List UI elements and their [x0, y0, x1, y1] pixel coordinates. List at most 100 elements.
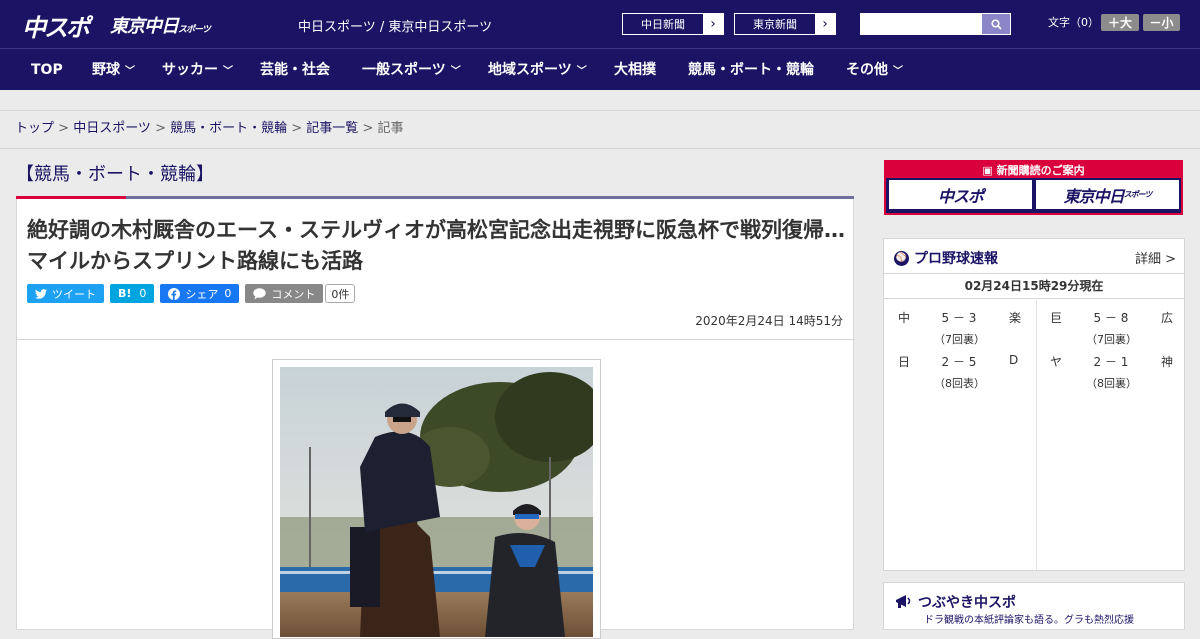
ad-tokyo-small: スポーツ	[1123, 190, 1153, 199]
article-datetime: 2020年2月24日 14時51分	[695, 314, 843, 328]
nav-item-local-sports[interactable]: 地域スポーツ ﹀	[488, 49, 587, 91]
ad-title: ▣ 新聞購読のご案内	[884, 162, 1183, 178]
breadcrumb: トップ > 中日スポーツ > 競馬・ボート・競輪 > 記事一覧 > 記事	[0, 111, 1200, 149]
breadcrumb-chunichi-sports[interactable]: 中日スポーツ	[73, 121, 151, 136]
nav-label: 一般スポーツ	[362, 62, 446, 78]
tokyo-shimbun-button[interactable]: 東京新聞 ›	[734, 13, 836, 35]
tokyo-shimbun-label: 東京新聞	[753, 18, 797, 31]
search-input[interactable]	[860, 13, 1011, 35]
breadcrumb-current: 記事	[377, 121, 404, 136]
baseball-icon: ⚾	[894, 250, 909, 266]
hatena-button[interactable]: B! 0	[110, 284, 155, 303]
game-score[interactable]: 中 5 － 3 楽 （7回裏）	[884, 305, 1034, 349]
breadcrumb-top[interactable]: トップ	[15, 121, 54, 136]
game-score[interactable]: ヤ 2 － 1 神 （8回裏）	[1036, 349, 1186, 393]
chunichi-shimbun-label: 中日新聞	[641, 18, 685, 31]
ad-title-text: 新聞購読のご案内	[996, 164, 1085, 177]
game-score[interactable]: 巨 5 － 8 広 （7回裏）	[1036, 305, 1186, 349]
site-links[interactable]: 中日スポーツ / 東京中日スポーツ	[298, 16, 492, 35]
tweets-subtitle: ドラ観戦の本紙評論家も語る。グラも熱烈応援	[924, 615, 1134, 626]
search-icon	[990, 18, 1002, 30]
comment-count: 0件	[325, 284, 356, 303]
tweets-widget[interactable]: つぶやき中スポ ドラ観戦の本紙評論家も語る。グラも熱烈応援	[883, 582, 1185, 630]
nav-item-soccer[interactable]: サッカー ﹀	[162, 49, 233, 91]
facebook-share-button[interactable]: シェア 0	[160, 284, 240, 303]
nav-item-baseball[interactable]: 野球 ﹀	[92, 49, 135, 91]
twitter-icon	[35, 288, 47, 299]
baseball-scores-widget: ⚾ プロ野球速報 詳細 > 02月24日15時29分現在 中 5 － 3 楽 （…	[883, 238, 1185, 571]
away-team: 広	[1161, 311, 1174, 325]
facebook-icon	[168, 287, 181, 300]
nav-item-top[interactable]: TOP	[31, 49, 63, 91]
megaphone-icon	[896, 595, 911, 608]
home-team: 巨	[1050, 311, 1063, 325]
font-bigger-button[interactable]: ＋大	[1101, 14, 1139, 31]
tweets-title-text: つぶやき中スポ	[918, 595, 1016, 611]
share-buttons: ツイート B! 0 シェア 0 コメント 0件	[27, 284, 356, 303]
away-team: D	[1009, 353, 1019, 367]
chuspo-logo[interactable]: 中スポ	[22, 8, 90, 43]
tweet-button[interactable]: ツイート	[27, 284, 104, 303]
facebook-label: シェア	[185, 287, 219, 301]
score: 5 － 8	[1093, 311, 1129, 325]
ad-tokyo-logo[interactable]: 東京中日 スポーツ	[1036, 180, 1179, 209]
home-team: 日	[898, 355, 911, 369]
article-card: 絶好調の木村厩舎のエース・ステルヴィオが高松宮記念出走視野に阪急杯で戦列復帰…マ…	[16, 199, 855, 639]
search-button[interactable]	[982, 14, 1010, 34]
breadcrumb-article-list[interactable]: 記事一覧	[306, 121, 358, 136]
game-score[interactable]: 日 2 － 5 D （8回表）	[884, 349, 1034, 393]
facebook-count: 0	[224, 287, 232, 300]
baseball-update-time: 02月24日15時29分現在	[884, 273, 1184, 299]
chunichi-shimbun-button[interactable]: 中日新聞 ›	[622, 13, 724, 35]
ad-tokyo-text: 東京中日	[1063, 186, 1125, 206]
chevron-right-icon: ›	[703, 14, 723, 34]
article-photo[interactable]	[280, 367, 593, 637]
tokyo-logo-small: スポーツ	[178, 25, 211, 35]
nav-item-other[interactable]: その他 ﹀	[846, 49, 903, 91]
article-headline: 絶好調の木村厩舎のエース・ステルヴィオが高松宮記念出走視野に阪急杯で戦列復帰…マ…	[27, 218, 845, 273]
chevron-down-icon: ﹀	[893, 66, 903, 77]
font-smaller-button[interactable]: －小	[1143, 14, 1180, 31]
sub-nav-strip	[0, 90, 1200, 111]
home-team: 中	[898, 311, 911, 325]
nav-label: 競馬・ボート・競輪	[688, 62, 814, 78]
main-nav: TOP 野球 ﹀ サッカー ﹀ 芸能・社会 一般スポーツ ﹀ 地域スポーツ ﹀ 大相撲 …	[0, 48, 1200, 90]
hatena-count: 0	[139, 287, 147, 300]
scores-left-column: 中 5 － 3 楽 （7回裏） 日 2 － 5 D （8回表）	[884, 305, 1034, 393]
chevron-right-icon: ›	[815, 14, 835, 34]
chevron-down-icon: ﹀	[223, 66, 233, 77]
baseball-title-text: プロ野球速報	[914, 251, 998, 267]
category-title: 【競馬・ボート・競輪】	[16, 164, 214, 185]
inning: （7回裏）	[934, 333, 985, 346]
nav-label: 大相撲	[614, 62, 656, 78]
tokyo-chunichi-logo[interactable]: 東京中日スポーツ	[110, 12, 211, 38]
away-team: 楽	[1009, 311, 1022, 325]
scores-right-column: 巨 5 － 8 広 （7回裏） ヤ 2 － 1 神 （8回裏）	[1036, 305, 1186, 393]
nav-item-entertainment[interactable]: 芸能・社会	[260, 49, 330, 91]
nav-label: 地域スポーツ	[488, 62, 572, 78]
top-header: 中スポ 東京中日スポーツ 中日スポーツ / 東京中日スポーツ 中日新聞 › 東京…	[0, 0, 1200, 48]
baseball-detail-link[interactable]: 詳細 >	[1135, 248, 1176, 267]
divider	[17, 339, 855, 340]
nav-label: その他	[846, 62, 888, 78]
chevron-down-icon: ﹀	[450, 66, 461, 77]
score: 2 － 1	[1093, 355, 1129, 369]
tweet-label: ツイート	[52, 287, 96, 301]
newspaper-icon: ▣	[982, 164, 997, 177]
nav-item-general-sports[interactable]: 一般スポーツ ﹀	[362, 49, 461, 91]
nav-item-racing[interactable]: 競馬・ボート・競輪	[688, 49, 814, 91]
nav-item-sumo[interactable]: 大相撲	[614, 49, 656, 91]
score: 5 － 3	[941, 311, 977, 325]
hatena-icon: B!	[118, 287, 132, 300]
nav-label: 芸能・社会	[260, 62, 330, 78]
home-team: ヤ	[1050, 355, 1063, 369]
baseball-widget-title: ⚾ プロ野球速報	[894, 248, 998, 268]
inning: （8回表）	[934, 377, 985, 390]
away-team: 神	[1161, 355, 1174, 369]
comment-button[interactable]: コメント	[245, 284, 324, 303]
ad-chuspo-logo[interactable]: 中スポ	[889, 180, 1032, 209]
chevron-down-icon: ﹀	[125, 66, 135, 77]
breadcrumb-racing[interactable]: 競馬・ボート・競輪	[170, 121, 287, 136]
nav-label: サッカー	[162, 62, 218, 78]
nav-label: 野球	[92, 62, 120, 78]
